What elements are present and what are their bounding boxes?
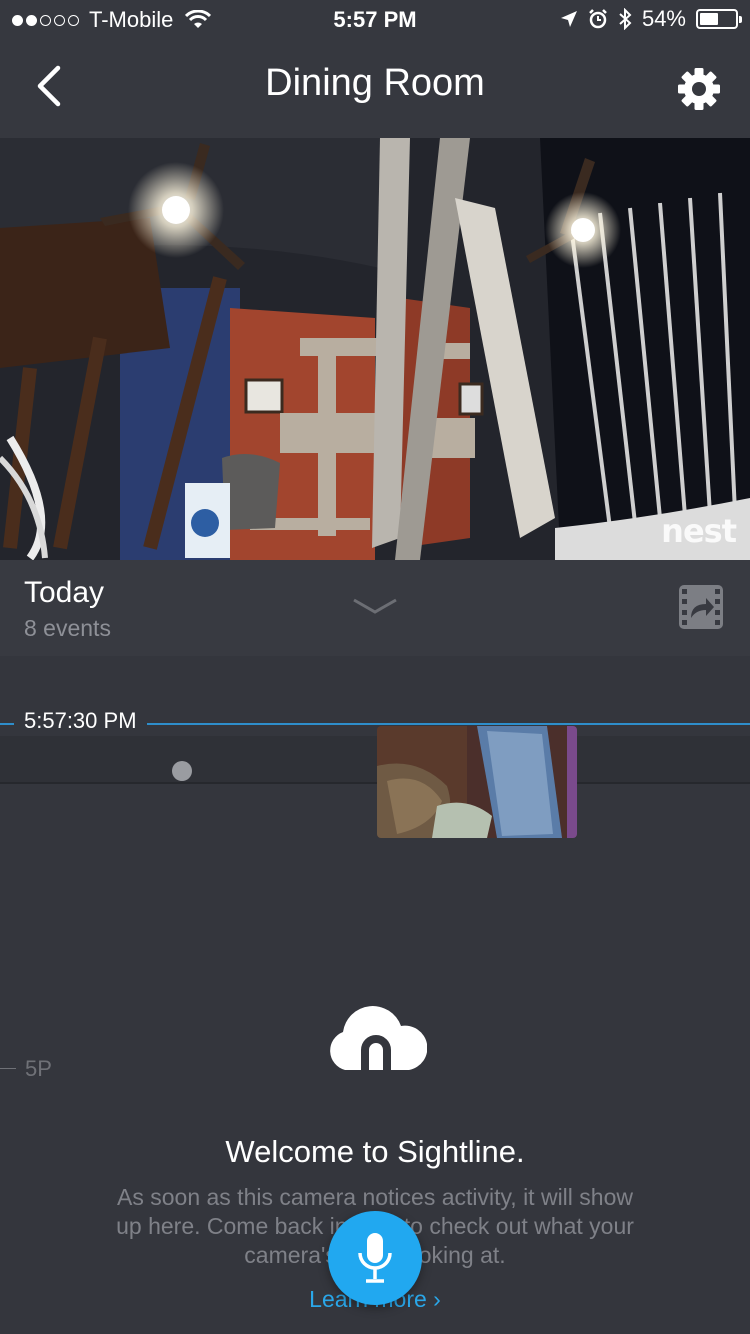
nest-watermark: nest xyxy=(661,512,737,550)
camera-feed-image xyxy=(0,138,750,560)
event-marker[interactable] xyxy=(172,761,192,781)
location-icon xyxy=(560,11,577,27)
empty-state-title: Welcome to Sightline. xyxy=(225,1134,525,1169)
battery-percent: 54% xyxy=(641,6,686,31)
sightline-timeline[interactable]: 5:57:30 PM 5P Welcome to Sightline. As s… xyxy=(0,656,750,1334)
share-clip-button[interactable] xyxy=(678,584,724,630)
share-clip-icon xyxy=(679,585,723,629)
sightline-cloud-icon xyxy=(325,1002,428,1072)
status-bar: T-Mobile 5:57 PM 54% xyxy=(0,0,750,40)
nav-bar: Dining Room xyxy=(0,40,750,138)
hour-label: 5P xyxy=(25,1056,52,1081)
chevron-down-icon xyxy=(353,598,397,614)
timeline-header: Today 8 events xyxy=(0,560,750,657)
settings-button[interactable] xyxy=(672,62,726,116)
event-thumbnail-image xyxy=(377,726,577,838)
expand-button[interactable] xyxy=(352,594,398,620)
event-count: 8 events xyxy=(24,615,111,641)
talk-button[interactable] xyxy=(328,1211,422,1305)
camera-live-view[interactable]: nest xyxy=(0,138,750,560)
bluetooth-icon xyxy=(619,8,632,30)
status-right: 54% xyxy=(560,6,742,32)
battery-icon xyxy=(696,9,742,29)
day-label: Today xyxy=(24,576,105,609)
event-track xyxy=(0,736,750,784)
chevron-right-icon: › xyxy=(433,1286,441,1312)
hour-tick xyxy=(0,1068,16,1069)
alarm-icon xyxy=(589,9,607,29)
current-time-label: 5:57:30 PM xyxy=(14,708,147,734)
page-title: Dining Room xyxy=(265,62,485,104)
gear-icon xyxy=(678,68,720,110)
microphone-icon xyxy=(358,1233,392,1283)
track-divider xyxy=(0,782,750,784)
event-thumbnail[interactable] xyxy=(377,726,577,838)
